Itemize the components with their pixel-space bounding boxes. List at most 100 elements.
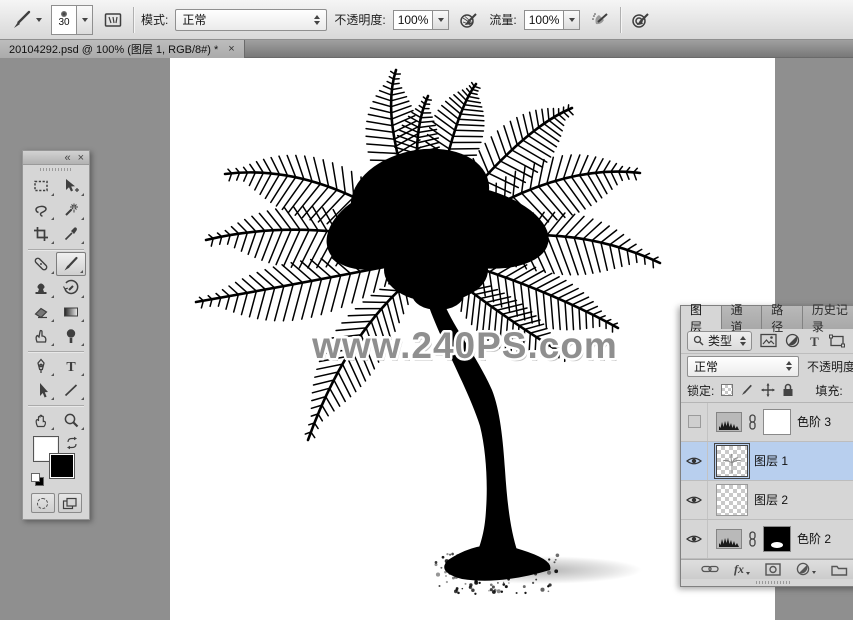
lock-position-icon[interactable] [761,383,775,397]
brush-preset-button[interactable] [8,7,44,33]
tool-zoom[interactable] [56,408,86,432]
opacity-caret[interactable] [433,10,449,30]
lock-all-icon[interactable] [782,383,794,397]
visibility-toggle[interactable] [681,403,708,441]
blend-row: 正常 不透明度: [681,354,853,379]
document-tab[interactable]: 20104292.psd @ 100% (图层 1, RGB/8#) * × [0,40,245,58]
visibility-toggle[interactable] [681,520,708,558]
flow-field[interactable]: 100% [524,10,581,30]
tool-move[interactable] [56,174,86,198]
separator [133,7,134,33]
background-color-swatch[interactable] [49,453,75,479]
tool-type[interactable]: T [56,354,86,378]
tool-rectangular-marquee[interactable] [26,174,56,198]
tool-history-brush[interactable] [56,276,86,300]
layer-blend-mode-value: 正常 [694,358,718,375]
opacity-field[interactable]: 100% [393,10,450,30]
tool-line[interactable] [56,378,86,402]
layer-mask-thumbnail[interactable] [763,526,791,552]
tab-layers[interactable]: 图层 [681,306,722,329]
airbrush-icon[interactable] [587,7,613,33]
layer-opacity-label: 不透明度: [807,358,853,375]
mask-link-icon[interactable] [748,531,757,547]
tool-magic-wand[interactable] [56,198,86,222]
layer-row-layer-2[interactable]: 图层 2 [681,481,853,520]
document-title: 20104292.psd @ 100% (图层 1, RGB/8#) * [9,41,218,57]
new-adjustment-layer-button[interactable] [796,562,816,576]
layer-name: 色阶 3 [797,413,831,430]
close-panel-icon[interactable]: × [78,152,84,164]
blend-mode-select[interactable]: 正常 [175,9,327,31]
layer-filter-row: 类型 T [681,329,853,354]
workspace: www.240PS.com www.240PS.com « × [0,58,853,620]
pressure-opacity-icon[interactable] [456,7,482,33]
svg-text:T: T [810,334,819,348]
tool-crop[interactable] [26,222,56,246]
link-layers-icon[interactable] [701,564,719,574]
mask-link-icon[interactable] [748,414,757,430]
brush-size-widget[interactable]: 30 [51,5,93,35]
tool-clone-stamp[interactable] [26,276,56,300]
swap-colors-icon[interactable] [65,436,79,450]
search-icon [693,335,704,346]
filter-type-select[interactable]: 类型 [687,331,752,351]
visibility-off-checkbox [688,415,701,428]
layer-style-button[interactable]: fx [734,562,750,577]
tool-smudge[interactable] [26,324,56,348]
close-icon[interactable]: × [228,44,234,55]
brush-size-caret[interactable] [77,5,93,35]
watermark-text: www.240PS.com [311,325,618,366]
brush-size-value: 30 [58,18,69,28]
separator [620,7,621,33]
filter-pixel-layers-icon[interactable] [760,333,777,348]
visibility-toggle[interactable] [681,442,708,480]
chevron-down-icon [36,18,42,22]
quick-mask-button[interactable] [31,493,55,513]
layer-blend-mode-select[interactable]: 正常 [687,356,799,377]
lock-pixels-icon[interactable] [740,383,754,397]
tool-healing-brush[interactable] [26,252,56,276]
layer-mask-thumbnail[interactable] [763,409,791,435]
default-colors-icon[interactable] [31,473,44,486]
toggle-brush-panel-button[interactable] [100,7,126,33]
tool-gradient[interactable] [56,300,86,324]
layer-row-layer-1[interactable]: 图层 1 [681,442,853,481]
options-bar: 30 模式: 正常 不透明度: 100% [0,0,853,40]
layer-row-levels-3[interactable]: 色阶 3 [681,403,853,442]
tool-grid: T [23,174,89,432]
filter-shape-layers-icon[interactable] [829,334,845,348]
toolbox-drag-grip[interactable] [23,165,89,174]
toolbox-bottom-buttons [23,490,89,519]
new-group-icon[interactable] [831,563,848,576]
layer-thumbnail[interactable] [716,445,748,477]
tool-hand[interactable] [26,408,56,432]
tool-eraser[interactable] [26,300,56,324]
screen-mode-button[interactable] [58,493,82,513]
tab-channels[interactable]: 通道 [722,306,763,329]
tool-path-selection[interactable] [26,378,56,402]
tool-brush[interactable] [56,252,86,276]
brush-icon [11,9,33,31]
filter-adjustment-layers-icon[interactable] [785,333,800,348]
tab-history[interactable]: 历史记录 [803,306,853,329]
lock-row: 锁定: 填充: [681,379,853,403]
tab-paths[interactable]: 路径 [762,306,803,329]
opacity-value: 100% [398,13,429,27]
lock-transparency-icon[interactable] [721,384,733,396]
eye-icon [686,455,702,467]
flow-caret[interactable] [564,10,580,30]
panel-resize-grip[interactable] [681,579,853,586]
eye-icon [686,533,702,545]
layer-thumbnail[interactable] [716,484,748,516]
layer-row-levels-2[interactable]: 色阶 2 [681,520,853,559]
add-mask-icon[interactable] [765,563,781,576]
pressure-size-icon[interactable] [628,7,654,33]
filter-type-layers-icon[interactable]: T [808,334,821,348]
tool-dodge[interactable] [56,324,86,348]
tool-pen[interactable] [26,354,56,378]
tool-eyedropper[interactable] [56,222,86,246]
visibility-toggle[interactable] [681,481,708,519]
collapse-panel-icon[interactable]: « [64,152,70,164]
tool-lasso[interactable] [26,198,56,222]
toolbox-header: « × [23,151,89,165]
